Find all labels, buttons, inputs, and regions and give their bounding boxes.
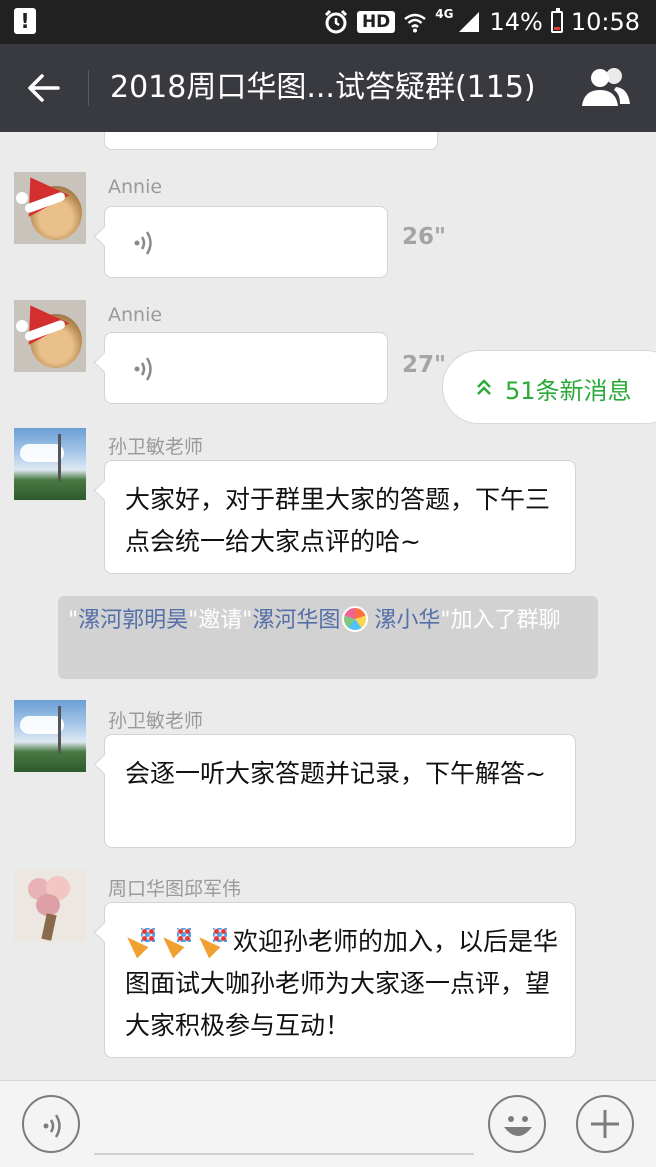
system-text: "邀请" <box>188 608 253 633</box>
message-input[interactable] <box>94 1153 474 1155</box>
chat-header: 2018周口华图...试答疑群(115) <box>0 44 656 132</box>
voice-message-bubble[interactable] <box>104 332 388 404</box>
text-message-bubble[interactable]: 欢迎孙老师的加入，以后是华图面试大咖孙老师为大家逐一点评，望大家积极参与互动！ <box>104 902 576 1058</box>
more-actions-button[interactable] <box>576 1095 634 1153</box>
party-popper-icon <box>197 926 231 956</box>
invitee-link[interactable]: 漯河华图 <box>252 608 340 633</box>
battery-percent: 14% <box>489 8 543 36</box>
message-text: 大家好，对于群里大家的答题，下午三点会统一给大家点评的哈~ <box>125 485 551 556</box>
emoji-button[interactable] <box>488 1095 546 1153</box>
previous-message-bubble[interactable] <box>104 132 438 150</box>
notification-alert-icon: ! <box>14 8 36 34</box>
clock: 10:58 <box>570 8 640 36</box>
status-indicators: HD 4G 14% 10:58 <box>323 0 640 44</box>
voice-duration: 26" <box>402 224 446 250</box>
avatar-annie[interactable] <box>14 300 86 372</box>
avatar-flowers[interactable] <box>14 870 86 942</box>
header-divider <box>88 70 89 106</box>
voice-input-button[interactable] <box>22 1095 80 1153</box>
smiley-icon <box>504 1116 532 1136</box>
plus-icon <box>591 1110 619 1138</box>
battery-icon <box>550 8 563 33</box>
wifi-icon <box>404 13 427 33</box>
new-messages-label: 51条新消息 <box>505 377 632 405</box>
avatar-teacher[interactable] <box>14 428 86 500</box>
invitee-link[interactable]: 漯小华 <box>374 608 440 633</box>
lollipop-emoji-icon <box>342 606 369 632</box>
chat-input-bar <box>0 1080 656 1167</box>
voice-message-bubble[interactable] <box>104 206 388 278</box>
avatar-teacher[interactable] <box>14 700 86 772</box>
back-arrow-icon <box>28 74 60 102</box>
sender-name: 周口华图邱军伟 <box>108 878 242 900</box>
back-button[interactable] <box>24 66 64 110</box>
network-type: 4G <box>435 7 454 21</box>
tower <box>58 434 61 482</box>
party-popper-icon <box>125 926 159 956</box>
group-members-button[interactable] <box>580 66 632 110</box>
avatar-annie[interactable] <box>14 172 86 244</box>
sender-name: Annie <box>108 304 163 326</box>
system-text: "加入了群聊 <box>440 608 561 633</box>
tower <box>58 706 61 754</box>
system-notice: "漯河郭明昊"邀请"漯河华图 漯小华"加入了群聊 <box>58 596 598 679</box>
party-popper-icon <box>161 926 195 956</box>
chat-message-list[interactable]: Annie 26" Annie 27" 孙卫敏老师 大家好，对于群里大家的答题，… <box>0 132 656 1080</box>
signal-icon <box>459 12 480 32</box>
alarm-icon <box>324 9 347 34</box>
voice-icon <box>43 1114 61 1138</box>
sender-name: 孙卫敏老师 <box>108 710 204 732</box>
hd-badge: HD <box>356 11 396 33</box>
santa-hat-pom <box>16 320 28 332</box>
sender-name: Annie <box>108 176 163 198</box>
chat-title: 2018周口华图...试答疑群(115) <box>110 70 536 105</box>
text-message-bubble[interactable]: 会逐一听大家答题并记录，下午解答~ <box>104 734 576 848</box>
sender-name: 孙卫敏老师 <box>108 436 204 458</box>
voice-wave-icon <box>134 357 152 381</box>
voice-wave-icon <box>134 231 152 255</box>
inviter-link[interactable]: 漯河郭明昊 <box>78 608 188 633</box>
bouquet-stem <box>41 913 57 941</box>
status-bar: ! HD 4G 14% 10:58 <box>0 0 656 44</box>
message-text: 会逐一听大家答题并记录，下午解答~ <box>125 759 546 788</box>
voice-duration: 27" <box>402 352 446 378</box>
message-text: 欢迎孙老师的加入，以后是华图面试大咖孙老师为大家逐一点评，望大家积极参与互动！ <box>125 921 561 1047</box>
group-people-icon <box>582 68 630 106</box>
santa-hat-pom <box>16 192 28 204</box>
text-message-bubble[interactable]: 大家好，对于群里大家的答题，下午三点会统一给大家点评的哈~ <box>104 460 576 574</box>
system-text: " <box>68 608 79 633</box>
new-messages-button[interactable]: 51条新消息 <box>442 350 656 424</box>
double-chevron-up-icon <box>477 379 491 395</box>
